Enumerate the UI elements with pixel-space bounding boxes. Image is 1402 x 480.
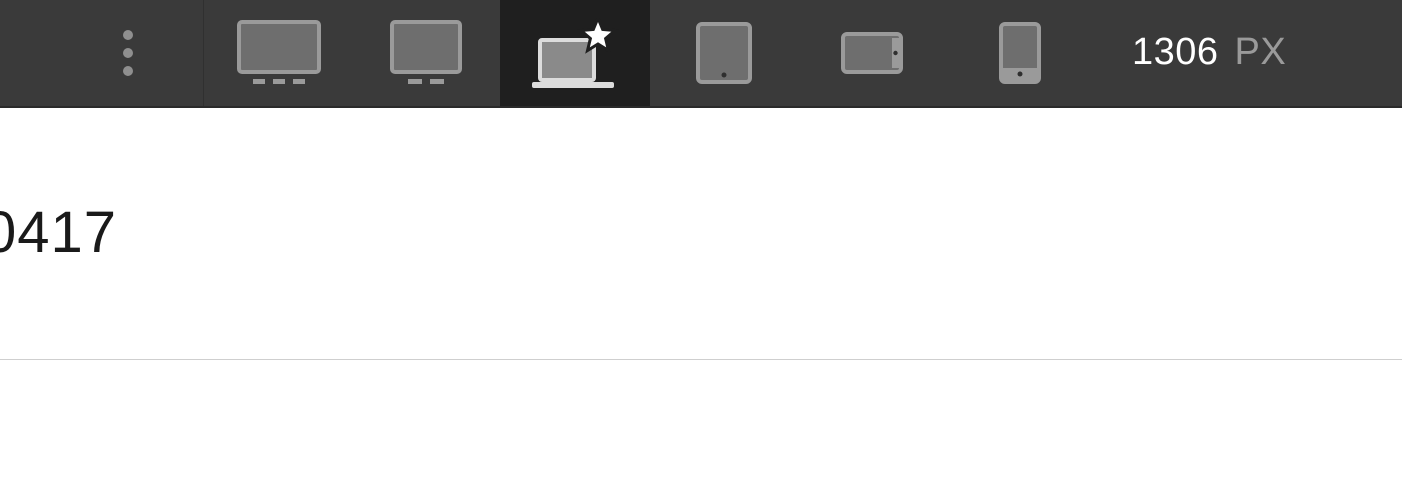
device-laptop-base-button[interactable] [500,0,650,106]
laptop-star-icon [532,16,619,88]
device-toolbar: 1306 PX [0,0,1402,108]
content-divider [0,359,1402,360]
device-phone-portrait-button[interactable] [946,0,1094,106]
viewport-width-readout: 1306 PX [1132,30,1286,74]
viewport-width-unit: PX [1234,30,1287,73]
tablet-landscape-icon [841,32,903,74]
vertical-ellipsis-icon [123,30,133,76]
desktop-monitor-icon [390,20,462,84]
tablet-portrait-icon [696,22,752,84]
preview-content: 0417 [0,108,1402,480]
device-large-desktop-button[interactable] [206,0,352,106]
more-options-button[interactable] [108,18,148,88]
toolbar-divider [203,0,204,106]
device-desktop-button[interactable] [352,0,500,106]
viewport-width-value: 1306 [1132,30,1219,73]
device-tablet-portrait-button[interactable] [650,0,798,106]
phone-portrait-icon [999,22,1041,84]
content-heading: 0417 [0,200,118,265]
large-desktop-monitor-icon [237,20,321,84]
device-tablet-landscape-button[interactable] [798,0,946,106]
